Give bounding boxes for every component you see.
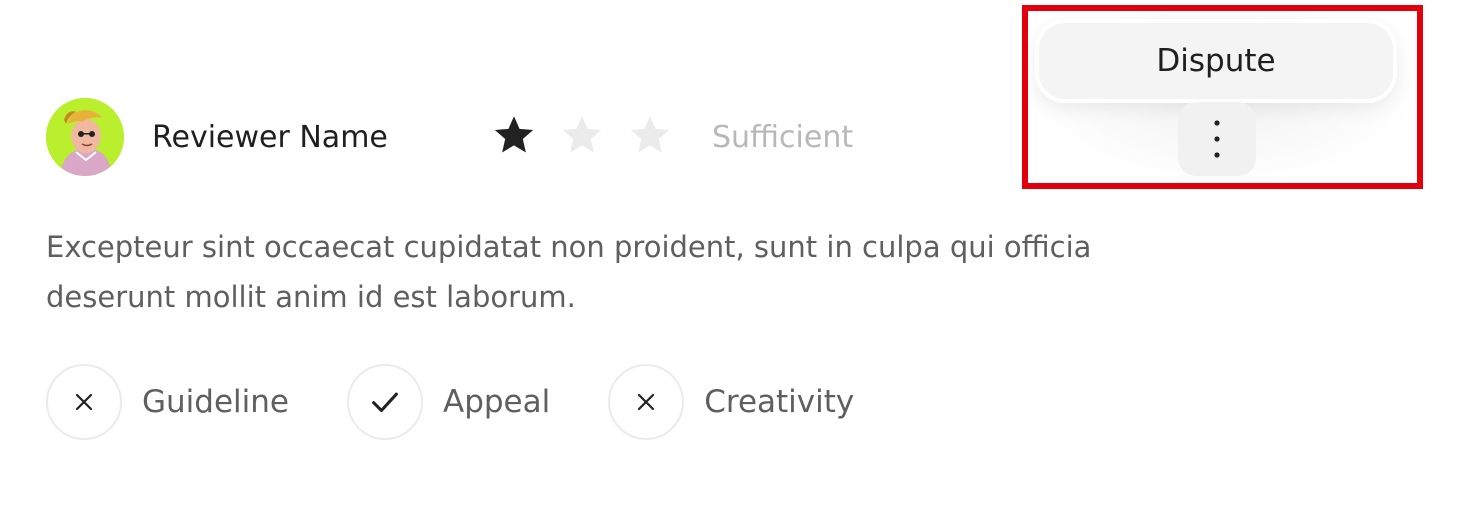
dispute-button[interactable]: Dispute [1035,19,1397,103]
review-card: Reviewer Name Sufficient Excepteur sint … [0,0,1468,508]
reviewer-name: Reviewer Name [152,120,388,155]
criterion-status-badge [346,364,423,440]
review-text: Excepteur sint occaecat cupidatat non pr… [46,230,1092,314]
criterion-creativity: Creativity [608,364,854,440]
criterion-label: Creativity [704,384,855,420]
avatar [46,98,124,176]
star-filled-icon [494,116,534,153]
criteria-list: Guideline Appeal Creativity [46,364,912,440]
x-icon [638,393,655,411]
x-icon [75,393,93,411]
star-rating [491,112,673,158]
criterion-label: Guideline [142,384,289,420]
criterion-status-badge [608,364,685,440]
star-empty-icon [562,116,602,153]
star-empty-icon [630,116,670,153]
check-icon [372,392,398,413]
cartoon-avatar-icon [46,98,124,176]
criterion-label: Appeal [442,384,551,420]
criterion-guideline: Guideline [46,364,289,440]
more-options-button[interactable] [1178,102,1256,176]
criterion-status-badge [46,364,122,440]
criterion-appeal: Appeal [346,364,551,440]
vertical-dots-icon [1214,120,1220,158]
rating-label: Sufficient [712,120,854,155]
